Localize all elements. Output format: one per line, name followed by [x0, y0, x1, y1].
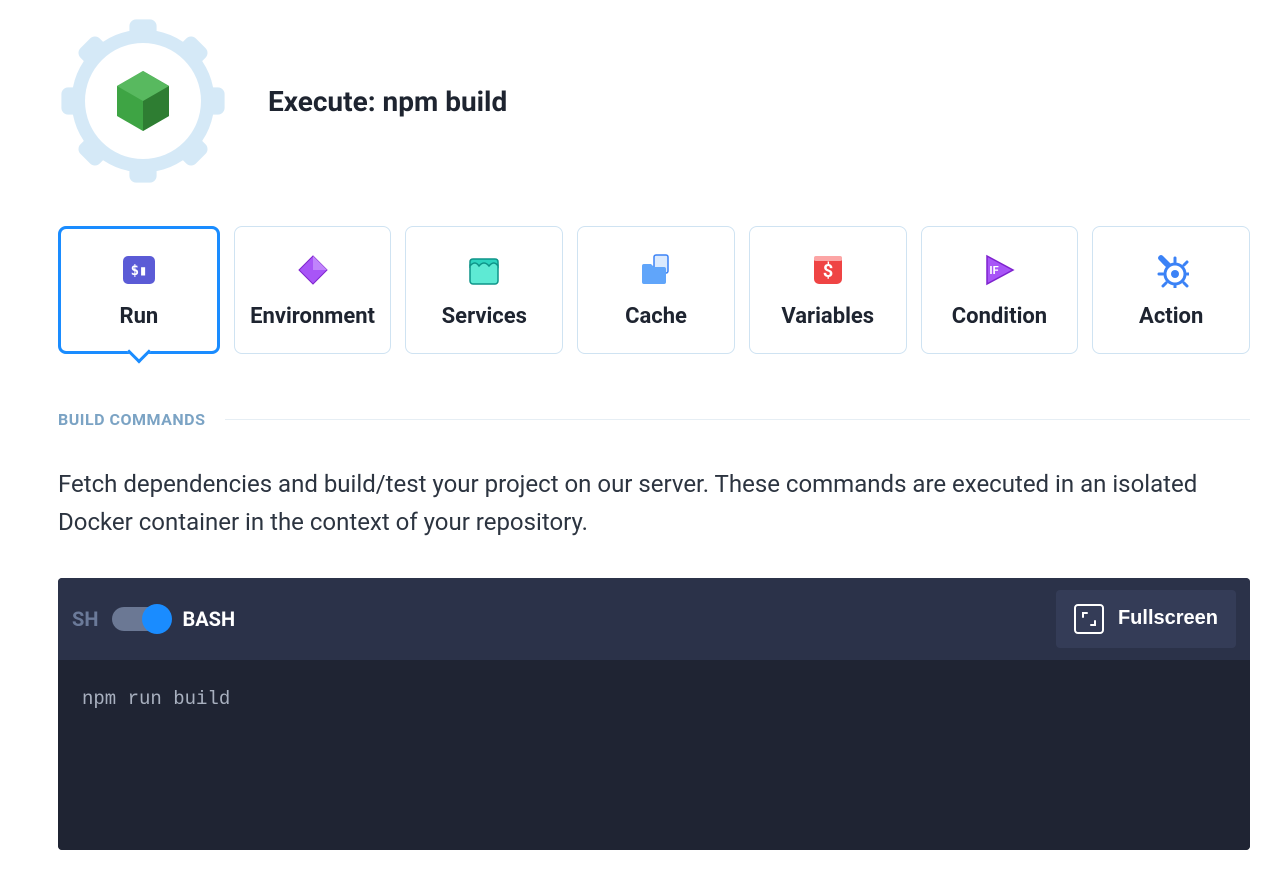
tab-label: Condition [952, 304, 1047, 329]
tab-run[interactable]: $▮ Run [58, 226, 220, 354]
tab-label: Cache [625, 304, 687, 329]
tab-label: Environment [250, 304, 375, 329]
tab-condition[interactable]: IF Condition [921, 226, 1079, 354]
section-header: BUILD COMMANDS [58, 410, 1250, 429]
svg-text:IF: IF [990, 264, 999, 277]
divider [225, 419, 1250, 420]
editor-body[interactable]: npm run build [58, 660, 1250, 850]
section-description: Fetch dependencies and build/test your p… [58, 465, 1238, 542]
dollar-icon: $ [810, 252, 846, 288]
editor-content: npm run build [82, 688, 230, 710]
shell-switch[interactable] [112, 607, 168, 631]
tab-label: Variables [781, 304, 874, 329]
fullscreen-label: Fullscreen [1118, 607, 1218, 630]
page-title: Execute: npm build [268, 85, 507, 118]
switch-knob [142, 604, 172, 634]
node-hexagon-icon [115, 69, 171, 133]
section-title: BUILD COMMANDS [58, 410, 205, 429]
diamond-icon [295, 252, 331, 288]
tabs: $▮ Run Environment Services Cache [58, 226, 1250, 354]
box-icon [466, 252, 502, 288]
code-editor: SH BASH Fullscreen npm run build [58, 578, 1250, 850]
tab-variables[interactable]: $ Variables [749, 226, 907, 354]
editor-toolbar: SH BASH Fullscreen [58, 578, 1250, 660]
svg-text:$: $ [823, 261, 833, 282]
tab-action[interactable]: Action [1092, 226, 1250, 354]
shell-bash-label: BASH [182, 607, 235, 631]
shell-toggle: SH BASH [72, 607, 235, 631]
tab-services[interactable]: Services [405, 226, 563, 354]
tab-label: Run [119, 304, 158, 329]
svg-text:$▮: $▮ [130, 263, 147, 279]
tab-cache[interactable]: Cache [577, 226, 735, 354]
tab-label: Services [442, 304, 527, 329]
folder-icon [638, 252, 674, 288]
tab-environment[interactable]: Environment [234, 226, 392, 354]
action-logo [58, 16, 228, 186]
header: Execute: npm build [58, 16, 1250, 186]
terminal-icon: $▮ [121, 252, 157, 288]
fullscreen-button[interactable]: Fullscreen [1056, 590, 1236, 648]
shell-sh-label: SH [72, 607, 98, 631]
fullscreen-icon [1074, 604, 1104, 634]
wrench-gear-icon [1153, 252, 1189, 288]
tab-label: Action [1139, 304, 1203, 329]
if-play-icon: IF [981, 252, 1017, 288]
